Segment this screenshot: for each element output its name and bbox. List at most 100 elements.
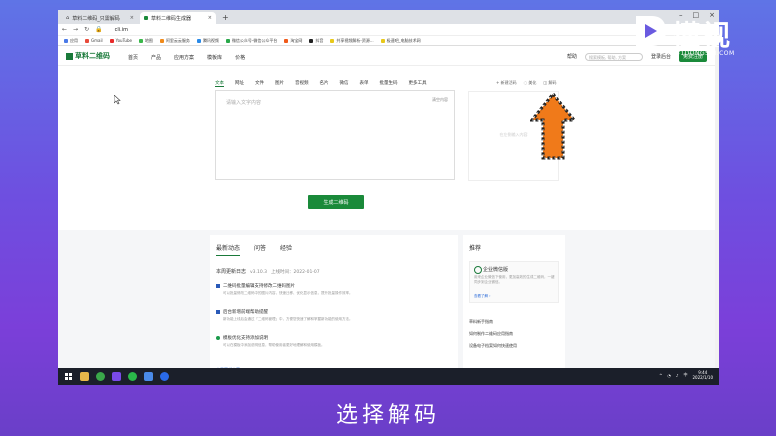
file-explorer-icon[interactable] [80, 372, 89, 381]
browser-tab-1[interactable]: ⌂ 草料二维码_只需解码 × [62, 12, 138, 24]
card-link[interactable]: 查看了解 › [474, 294, 491, 299]
tab-bar: ⌂ 草料二维码_只需解码 × 草料二维码生成器 × + – □ × [58, 10, 719, 24]
browser-tab-2[interactable]: 草料二维码生成器 × [140, 12, 216, 24]
search-input[interactable]: 搜索模板, 帮助, 方案 [584, 52, 643, 61]
bookmark-item[interactable]: Gmail [85, 38, 103, 43]
recommend-link[interactable]: 设备电子档案如何快速使用 [469, 343, 517, 349]
bookmark-item[interactable]: 共享视频解析-资源... [330, 38, 374, 44]
nav-item-pricing[interactable]: 价格 [235, 54, 245, 61]
enterprise-wechat-card[interactable]: 企业微信版 用来企业微信下使用，更加高效的生成二维码，一键同步到企业微信。 查看… [469, 261, 559, 303]
dongshi-watermark: 懂视 51DONGSHI.COM [632, 12, 734, 57]
back-icon[interactable]: ← [62, 26, 67, 33]
text-editor[interactable]: 请输入文字内容 清空内容 [215, 90, 455, 180]
bookmark-item[interactable]: 抖音 [309, 38, 323, 44]
tray-arrow-icon[interactable]: ^ [659, 373, 662, 378]
close-icon[interactable]: × [208, 15, 212, 21]
news-item[interactable]: 二维码批量编辑支持修改二维码图片 可以批量修改二维码中的图片内容，快速迁移、优化… [216, 283, 446, 296]
tab-batch[interactable]: 批量生码 [380, 80, 398, 87]
app-icon[interactable] [144, 372, 153, 381]
bookmark-item[interactable]: 淘宝网 [284, 38, 302, 44]
nav-item-home[interactable]: 首页 [128, 54, 138, 61]
chrome-icon[interactable] [96, 372, 105, 381]
clear-content-button[interactable]: 清空内容 [432, 97, 448, 103]
changelog-title: 本周更新日志 v3.10.3 上线时间：2022-01-07 [216, 269, 320, 275]
video-caption: 选择解码 [335, 403, 440, 428]
new-tab-icon[interactable]: + [222, 13, 229, 22]
tab-url[interactable]: 网址 [235, 80, 244, 87]
new-dynamic-code-button[interactable]: + 新建活码 [496, 80, 517, 86]
wechat-icon[interactable] [128, 372, 137, 381]
main-nav: 首页 产品 应用方案 模板库 价格 [128, 54, 245, 61]
generate-qr-button[interactable]: 生成二维码 [308, 195, 364, 209]
nav-item-products[interactable]: 产品 [151, 54, 161, 61]
nav-item-solutions[interactable]: 应用方案 [174, 54, 194, 61]
qr-logo-icon [66, 52, 73, 60]
news-bullet-icon [216, 310, 220, 314]
browser-window: ⌂ 草料二维码_只需解码 × 草料二维码生成器 × + – □ × ← → ↻ … [58, 10, 719, 385]
tab-latest[interactable]: 最新动态 [216, 243, 241, 256]
news-bullet-icon [216, 284, 220, 288]
nav-item-templates[interactable]: 模板库 [207, 54, 222, 61]
tab-form[interactable]: 表单 [360, 80, 369, 87]
tab-audio-video[interactable]: 音视频 [295, 80, 309, 87]
forward-icon[interactable]: → [73, 26, 78, 33]
tab-favicon-icon [144, 16, 148, 20]
highlight-arrow-icon [530, 92, 576, 160]
wechat-icon [474, 266, 482, 274]
beautify-button[interactable]: ◌ 美化 [524, 80, 537, 86]
tab-title: 草料二维码_只需解码 [72, 15, 120, 22]
editor-placeholder: 请输入文字内容 [226, 100, 262, 106]
bookmark-item[interactable]: YouTube [109, 38, 132, 43]
bookmark-item[interactable]: 极速吧_电脑技术网 [380, 38, 421, 44]
scrollbar[interactable] [715, 47, 719, 385]
content-type-tabs: 文本 网址 文件 图片 音视频 名片 微信 表单 批量生码 更多工具 [215, 80, 427, 87]
premiere-icon[interactable] [112, 372, 121, 381]
news-tabs: 最新动态 问答 经验 [216, 243, 292, 256]
recommend-link[interactable]: 如何制作二维码应用指南 [469, 331, 513, 337]
address-bar: ← → ↻ 🔒 cli.im [58, 24, 719, 36]
close-icon[interactable]: × [130, 15, 134, 21]
right-tools: + 新建活码 ◌ 美化 ◫ 解码 [496, 80, 556, 86]
tab-image[interactable]: 图片 [275, 80, 284, 87]
tab-file[interactable]: 文件 [255, 80, 264, 87]
tab-qa[interactable]: 问答 [254, 243, 266, 256]
bookmark-item[interactable]: 阿里云云服务 [159, 38, 190, 44]
ime-indicator[interactable]: 中 [683, 372, 687, 378]
network-icon[interactable]: ◔ [667, 373, 671, 378]
browser-icon[interactable] [160, 372, 169, 381]
taskbar-apps [80, 372, 169, 381]
bookmarks-bar: 应用 Gmail YouTube 地图 阿里云云服务 腾讯视频 微信公众号-微信… [58, 36, 719, 46]
taskbar: ^ ◔ ♪ 中 9:44 2022/1/10 [58, 368, 719, 385]
mouse-cursor-icon [114, 95, 121, 105]
decode-button[interactable]: ◫ 解码 [543, 80, 556, 86]
news-item[interactable]: 模板优化支持添加说明 可以在模板中添加说明信息，帮助使用者更好地理解和使用模板。 [216, 335, 446, 348]
bookmark-item[interactable]: 微信公众号-微信公众平台 [225, 38, 277, 44]
login-link[interactable]: 登录后台 [651, 53, 671, 60]
bookmark-item[interactable]: 腾讯视频 [196, 38, 219, 44]
windows-start-icon[interactable] [65, 373, 72, 380]
url-field[interactable]: cli.im [115, 27, 128, 33]
tab-favicon-icon: ⌂ [66, 15, 70, 21]
lock-icon: 🔒 [95, 26, 103, 33]
volume-icon[interactable]: ♪ [676, 373, 679, 378]
recommend-title: 推荐 [469, 245, 482, 252]
tab-experience[interactable]: 经验 [280, 243, 292, 256]
tab-wechat[interactable]: 微信 [340, 80, 349, 87]
help-link[interactable]: 帮助 [567, 53, 577, 60]
tab-card[interactable]: 名片 [320, 80, 329, 87]
recommend-panel: 推荐 企业微信版 用来企业微信下使用，更加高效的生成二维码，一键同步到企业微信。… [463, 235, 565, 385]
tab-more-tools[interactable]: 更多工具 [409, 80, 427, 87]
site-logo[interactable]: 草料二维码 [66, 51, 110, 61]
bookmark-item[interactable]: 地图 [138, 38, 153, 44]
clock[interactable]: 9:44 2022/1/10 [692, 370, 713, 380]
bookmark-item[interactable]: 应用 [64, 38, 78, 44]
news-item[interactable]: 后台新增前端帮助提醒 新功能上线后会通过「二维码管理」中，方便您快速了解和掌握新… [216, 309, 446, 322]
site-header: 草料二维码 首页 产品 应用方案 模板库 价格 帮助 搜索模板, 帮助, 方案 … [58, 47, 719, 66]
news-bullet-icon [216, 336, 220, 340]
tab-title: 草料二维码生成器 [151, 15, 192, 22]
play-logo-icon [636, 16, 666, 46]
tab-text[interactable]: 文本 [215, 80, 224, 87]
reload-icon[interactable]: ↻ [84, 26, 89, 33]
news-panel: 最新动态 问答 经验 本周更新日志 v3.10.3 上线时间：2022-01-07 … [210, 235, 458, 385]
recommend-link[interactable]: 草料新手指南 [469, 319, 493, 325]
